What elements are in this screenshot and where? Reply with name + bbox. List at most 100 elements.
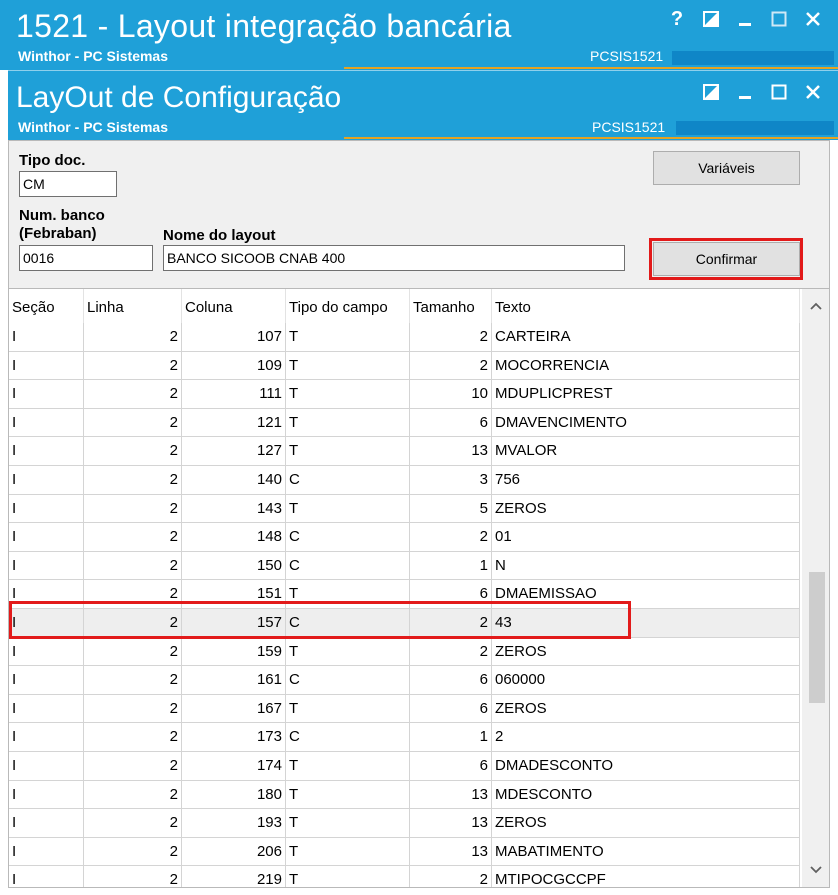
cell-secao[interactable]: I (9, 380, 84, 408)
vertical-scrollbar[interactable] (802, 289, 829, 887)
cell-tamanho[interactable]: 5 (410, 494, 492, 523)
cell-tipo-campo[interactable]: T (286, 351, 410, 380)
cell-linha[interactable]: 2 (84, 523, 182, 551)
cell-tipo-campo[interactable]: C (286, 551, 410, 580)
scroll-thumb[interactable] (809, 572, 825, 703)
cell-coluna[interactable]: 206 (182, 837, 286, 866)
cell-tipo-campo[interactable]: C (286, 465, 410, 494)
cell-secao[interactable]: I (9, 694, 84, 723)
table-row[interactable]: I 2 140 C 3 756 (9, 465, 800, 495)
cell-tipo-campo[interactable]: T (286, 694, 410, 723)
cell-linha[interactable]: 2 (84, 380, 182, 408)
cell-secao[interactable]: I (9, 666, 84, 694)
table-row[interactable]: I 2 143 T 5 ZEROS (9, 494, 800, 524)
cell-tipo-campo[interactable]: T (286, 780, 410, 809)
cell-coluna[interactable]: 219 (182, 866, 286, 887)
cell-tipo-campo[interactable]: T (286, 323, 410, 351)
cell-tipo-campo[interactable]: T (286, 637, 410, 666)
cell-linha[interactable]: 2 (84, 323, 182, 351)
cell-tamanho[interactable]: 13 (410, 837, 492, 866)
cell-coluna[interactable]: 161 (182, 666, 286, 694)
cell-texto[interactable]: ZEROS (492, 809, 800, 837)
cell-tamanho[interactable]: 13 (410, 437, 492, 465)
cell-tamanho[interactable]: 6 (410, 694, 492, 723)
cell-texto[interactable]: 756 (492, 465, 800, 494)
column-header-linha[interactable]: Linha (84, 289, 182, 323)
cell-linha[interactable]: 2 (84, 465, 182, 494)
cell-linha[interactable]: 2 (84, 809, 182, 837)
cell-texto[interactable]: 2 (492, 723, 800, 751)
cell-tipo-campo[interactable]: T (286, 751, 410, 780)
table-row[interactable]: I 2 148 C 2 01 (9, 523, 800, 552)
cell-texto[interactable]: DMADESCONTO (492, 751, 800, 780)
cell-texto[interactable]: CARTEIRA (492, 323, 800, 351)
cell-linha[interactable]: 2 (84, 351, 182, 380)
cell-tamanho[interactable]: 2 (410, 523, 492, 551)
cell-texto[interactable]: MDUPLICPREST (492, 380, 800, 408)
cell-tamanho[interactable]: 13 (410, 809, 492, 837)
cell-coluna[interactable]: 150 (182, 551, 286, 580)
cell-tipo-campo[interactable]: T (286, 866, 410, 887)
table-row[interactable]: I 2 173 C 1 2 (9, 723, 800, 752)
cell-tamanho[interactable]: 13 (410, 780, 492, 809)
table-row[interactable]: I 2 219 T 2 MTIPOCGCCPF (9, 866, 800, 887)
cell-texto[interactable]: DMAVENCIMENTO (492, 408, 800, 437)
cell-secao[interactable]: I (9, 637, 84, 666)
cell-tipo-campo[interactable]: C (286, 523, 410, 551)
cell-secao[interactable]: I (9, 809, 84, 837)
cell-secao[interactable]: I (9, 551, 84, 580)
scroll-up-arrow[interactable] (802, 295, 829, 317)
table-row[interactable]: I 2 174 T 6 DMADESCONTO (9, 751, 800, 781)
cell-texto[interactable]: MTIPOCGCCPF (492, 866, 800, 887)
tipo-doc-input[interactable]: CM (19, 171, 117, 197)
cell-secao[interactable]: I (9, 523, 84, 551)
inner-minimize-button[interactable] (728, 79, 762, 105)
cell-tamanho[interactable]: 1 (410, 551, 492, 580)
cell-texto[interactable]: 060000 (492, 666, 800, 694)
cell-coluna[interactable]: 159 (182, 637, 286, 666)
cell-linha[interactable]: 2 (84, 723, 182, 751)
inner-close-button[interactable] (796, 79, 830, 105)
cell-secao[interactable]: I (9, 465, 84, 494)
column-header-texto[interactable]: Texto (492, 289, 800, 323)
column-header-tipo-campo[interactable]: Tipo do campo (286, 289, 410, 323)
cell-texto[interactable]: ZEROS (492, 694, 800, 723)
cell-linha[interactable]: 2 (84, 551, 182, 580)
inner-maximize-button[interactable] (762, 79, 796, 105)
cell-tamanho[interactable]: 3 (410, 465, 492, 494)
cell-secao[interactable]: I (9, 408, 84, 437)
nome-layout-input[interactable]: BANCO SICOOB CNAB 400 (163, 245, 625, 271)
table-row[interactable]: I 2 167 T 6 ZEROS (9, 694, 800, 724)
cell-tamanho[interactable]: 10 (410, 380, 492, 408)
cell-texto[interactable]: MABATIMENTO (492, 837, 800, 866)
cell-texto[interactable]: N (492, 551, 800, 580)
cell-coluna[interactable]: 143 (182, 494, 286, 523)
cell-linha[interactable]: 2 (84, 694, 182, 723)
cell-coluna[interactable]: 121 (182, 408, 286, 437)
cell-coluna[interactable]: 193 (182, 809, 286, 837)
cell-coluna[interactable]: 173 (182, 723, 286, 751)
cell-tamanho[interactable]: 2 (410, 323, 492, 351)
cell-linha[interactable]: 2 (84, 494, 182, 523)
table-row[interactable]: I 2 111 T 10 MDUPLICPREST (9, 380, 800, 409)
table-row[interactable]: I 2 159 T 2 ZEROS (9, 637, 800, 667)
table-row[interactable]: I 2 206 T 13 MABATIMENTO (9, 837, 800, 867)
cell-secao[interactable]: I (9, 780, 84, 809)
column-header-secao[interactable]: Seção (9, 289, 84, 323)
cell-coluna[interactable]: 180 (182, 780, 286, 809)
cell-linha[interactable]: 2 (84, 866, 182, 887)
cell-tipo-campo[interactable]: C (286, 666, 410, 694)
cell-texto[interactable]: 01 (492, 523, 800, 551)
table-row[interactable]: I 2 193 T 13 ZEROS (9, 809, 800, 838)
cell-tipo-campo[interactable]: T (286, 494, 410, 523)
cell-secao[interactable]: I (9, 494, 84, 523)
table-row[interactable]: I 2 121 T 6 DMAVENCIMENTO (9, 408, 800, 438)
cell-coluna[interactable]: 167 (182, 694, 286, 723)
cell-tamanho[interactable]: 6 (410, 408, 492, 437)
cell-coluna[interactable]: 111 (182, 380, 286, 408)
cell-linha[interactable]: 2 (84, 666, 182, 694)
variaveis-button[interactable]: Variáveis (653, 151, 800, 185)
table-row[interactable]: I 2 150 C 1 N (9, 551, 800, 581)
column-header-coluna[interactable]: Coluna (182, 289, 286, 323)
cell-tamanho[interactable]: 2 (410, 637, 492, 666)
